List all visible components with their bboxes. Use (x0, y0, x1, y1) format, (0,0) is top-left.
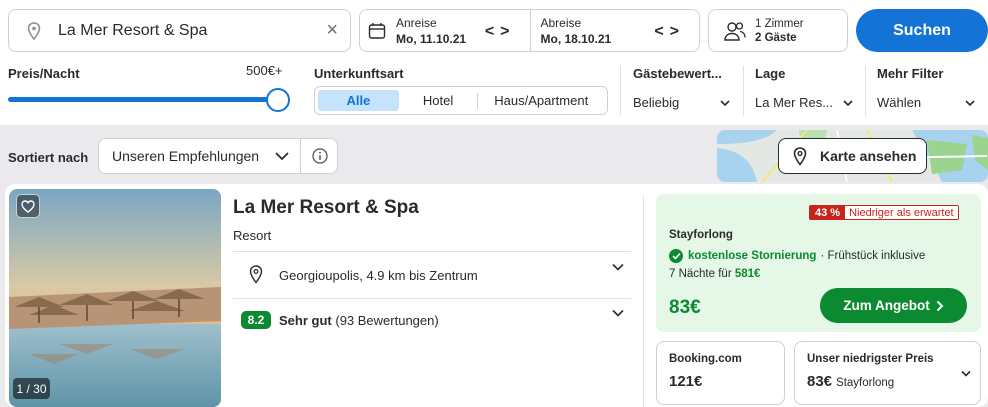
lowest-price-amount: 83€ (807, 373, 833, 390)
guests-icon (724, 21, 746, 41)
heart-icon (21, 199, 35, 213)
checkin-value: Mo, 11.10.21 (396, 32, 467, 46)
hotel-location: Georgioupolis, 4.9 km bis Zentrum (279, 268, 478, 283)
discount-text: Niedriger als erwartet (845, 206, 958, 219)
location-pin-icon (793, 146, 807, 166)
hotel-photo[interactable] (9, 189, 221, 407)
offer-provider: Stayforlong (669, 229, 733, 241)
chevron-right-icon[interactable]: > (670, 23, 685, 40)
divider (620, 66, 621, 116)
show-map-label: Karte ansehen (820, 148, 917, 164)
favorite-button[interactable] (16, 194, 40, 218)
chevron-down-icon[interactable] (965, 98, 975, 108)
rooms-guests-selector[interactable]: 1 Zimmer 2 Gäste (708, 9, 848, 52)
info-icon (311, 148, 328, 164)
destination-value: La Mer Resort & Spa (58, 21, 208, 39)
chevron-down-icon[interactable] (720, 98, 730, 108)
chevron-down-icon (275, 152, 289, 161)
view-deal-button[interactable]: Zum Angebot (820, 288, 967, 323)
nights-total: 7 Nächte für 581€ (669, 268, 760, 280)
divider (233, 251, 631, 252)
view-deal-label: Zum Angebot (843, 298, 930, 313)
price-max-value: 500€+ (246, 63, 283, 78)
show-map-button[interactable]: Karte ansehen (778, 138, 927, 174)
search-button[interactable]: Suchen (856, 9, 988, 52)
discount-badge: 43 % Niedriger als erwartet (809, 205, 959, 220)
type-option-all[interactable]: Alle (318, 90, 399, 111)
check-circle-icon (669, 249, 683, 263)
divider (865, 66, 866, 116)
checkout-label: Abreise (540, 16, 582, 30)
location-pin-icon (27, 21, 41, 40)
divider (643, 195, 644, 407)
rating-filter-value[interactable]: Beliebig (633, 95, 679, 110)
divider (233, 298, 631, 299)
sort-value: Unseren Empfehlungen (112, 148, 260, 164)
checkout-arrows[interactable]: <> (654, 23, 685, 41)
chevron-right-icon[interactable]: > (500, 23, 515, 40)
type-option-hotel[interactable]: Hotel (399, 90, 478, 111)
lowest-price-title: Unser niedrigster Preis (807, 353, 934, 365)
alt-offer-price: 121€ (669, 373, 703, 390)
nights-prefix: 7 Nächte für (669, 268, 732, 280)
nights-total-price: 581€ (734, 268, 761, 280)
offer-price: 83€ (669, 297, 701, 318)
checkin-field[interactable]: Anreise Mo, 11.10.21 <> (360, 10, 530, 51)
more-filters-value[interactable]: Wählen (877, 95, 921, 110)
more-filters-label: Mehr Filter (877, 66, 944, 81)
chevron-down-icon (961, 370, 971, 377)
destination-input[interactable]: La Mer Resort & Spa × (8, 9, 351, 52)
chevron-right-icon (936, 300, 944, 311)
type-segmented-control[interactable]: Alle Hotel Haus/Apartment (314, 86, 608, 115)
type-label: Unterkunftsart (314, 66, 404, 81)
lowest-price-provider: Stayforlong (836, 377, 895, 389)
rating-text: Sehr gut (279, 313, 332, 328)
chevron-down-icon[interactable] (843, 98, 853, 108)
chevron-left-icon[interactable]: < (654, 23, 669, 40)
checkin-label: Anreise (396, 16, 437, 30)
free-cancellation: kostenlose Stornierung (688, 250, 817, 262)
chevron-left-icon[interactable]: < (485, 23, 500, 40)
rating-summary: Sehr gut (93 Bewertungen) (279, 313, 439, 328)
clear-icon[interactable]: × (326, 20, 338, 40)
location-pin-icon (249, 265, 263, 284)
alt-offer-booking[interactable]: Booking.com 121€ (656, 341, 785, 405)
sort-dropdown[interactable]: Unseren Empfehlungen (98, 138, 338, 174)
divider (743, 66, 744, 116)
offer-features: kostenlose Stornierung · Frühstück inklu… (669, 249, 925, 263)
hotel-name[interactable]: La Mer Resort & Spa (233, 197, 419, 219)
breakfast-included: · Frühstück inklusive (820, 250, 926, 262)
info-button[interactable] (300, 139, 338, 173)
sort-label: Sortiert nach (8, 150, 89, 165)
type-option-house[interactable]: Haus/Apartment (478, 90, 604, 111)
checkout-field[interactable]: Abreise Mo, 18.10.21 <> (529, 10, 700, 51)
date-picker[interactable]: Anreise Mo, 11.10.21 <> Abreise Mo, 18.1… (359, 9, 700, 52)
price-label: Preis/Nacht (8, 66, 80, 81)
rating-score-badge: 8.2 (241, 311, 271, 329)
chevron-down-icon[interactable] (612, 309, 624, 318)
checkout-value: Mo, 18.10.21 (540, 32, 612, 46)
location-filter-label: Lage (755, 66, 786, 81)
photo-counter: 1 / 30 (13, 378, 50, 399)
chevron-down-icon[interactable] (612, 263, 624, 272)
alt-offer-provider: Booking.com (669, 353, 742, 365)
hotel-photo-image (9, 189, 221, 407)
lowest-price-value: 83€ Stayforlong (807, 373, 894, 390)
rating-filter-label: Gästebewert... (633, 66, 722, 81)
price-slider-track[interactable] (8, 97, 278, 102)
hotel-type: Resort (233, 228, 272, 243)
price-slider-handle[interactable] (266, 88, 290, 112)
location-filter-value[interactable]: La Mer Res... (755, 95, 833, 110)
checkin-arrows[interactable]: <> (485, 23, 516, 41)
rooms-value: 1 Zimmer (755, 17, 804, 30)
rating-count: (93 Bewertungen) (335, 313, 439, 328)
discount-percent: 43 % (810, 206, 846, 219)
guests-value: 2 Gäste (755, 31, 797, 44)
lowest-price-offer[interactable]: Unser niedrigster Preis 83€ Stayforlong (794, 341, 981, 405)
calendar-icon (368, 23, 386, 39)
